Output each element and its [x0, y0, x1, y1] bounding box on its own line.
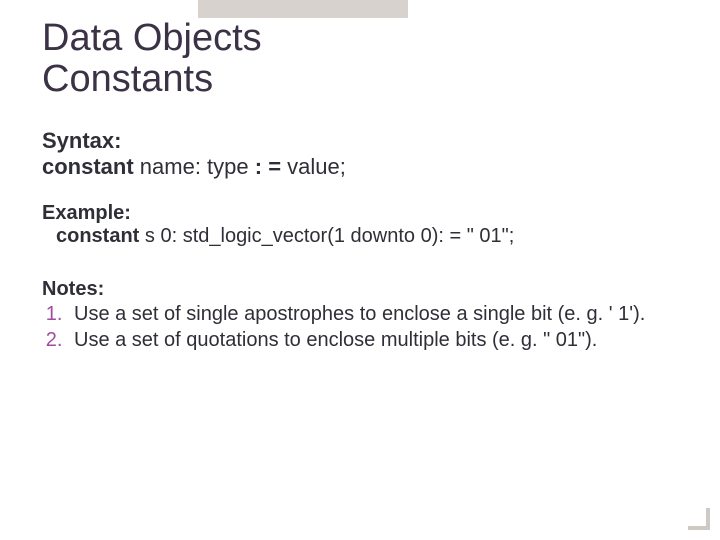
- slide-title: Data Objects Constants: [42, 18, 682, 100]
- title-line-1: Data Objects: [42, 17, 262, 59]
- example-header: Example:: [42, 202, 682, 225]
- syntax-middle: name: type: [134, 154, 255, 179]
- syntax-assign: : =: [255, 154, 281, 179]
- notes-header: Notes:: [42, 278, 682, 301]
- corner-decoration-icon: [688, 508, 710, 530]
- list-item: Use a set of quotations to enclose multi…: [68, 329, 682, 353]
- example-text: s 0: std_logic_vector(1 downto 0): = " 0…: [139, 225, 514, 247]
- note-text: Use a set of quotations to enclose multi…: [74, 329, 597, 351]
- syntax-tail: value;: [281, 154, 346, 179]
- syntax-section: Syntax: constant name: type : = value;: [42, 128, 682, 180]
- notes-list: Use a set of single apostrophes to enclo…: [42, 303, 682, 352]
- example-keyword: constant: [56, 225, 139, 247]
- title-line-2: Constants: [42, 58, 213, 100]
- decorative-top-bar: [198, 0, 408, 18]
- list-item: Use a set of single apostrophes to enclo…: [68, 303, 682, 327]
- example-section: Example: constant s 0: std_logic_vector(…: [42, 202, 682, 248]
- note-text: Use a set of single apostrophes to enclo…: [74, 303, 645, 325]
- notes-section: Notes: Use a set of single apostrophes t…: [42, 278, 682, 352]
- slide: Data Objects Constants Syntax: constant …: [0, 0, 720, 540]
- syntax-header: Syntax:: [42, 128, 682, 154]
- example-body: constant s 0: std_logic_vector(1 downto …: [42, 225, 682, 248]
- syntax-keyword: constant: [42, 154, 134, 179]
- syntax-body: constant name: type : = value;: [42, 154, 682, 180]
